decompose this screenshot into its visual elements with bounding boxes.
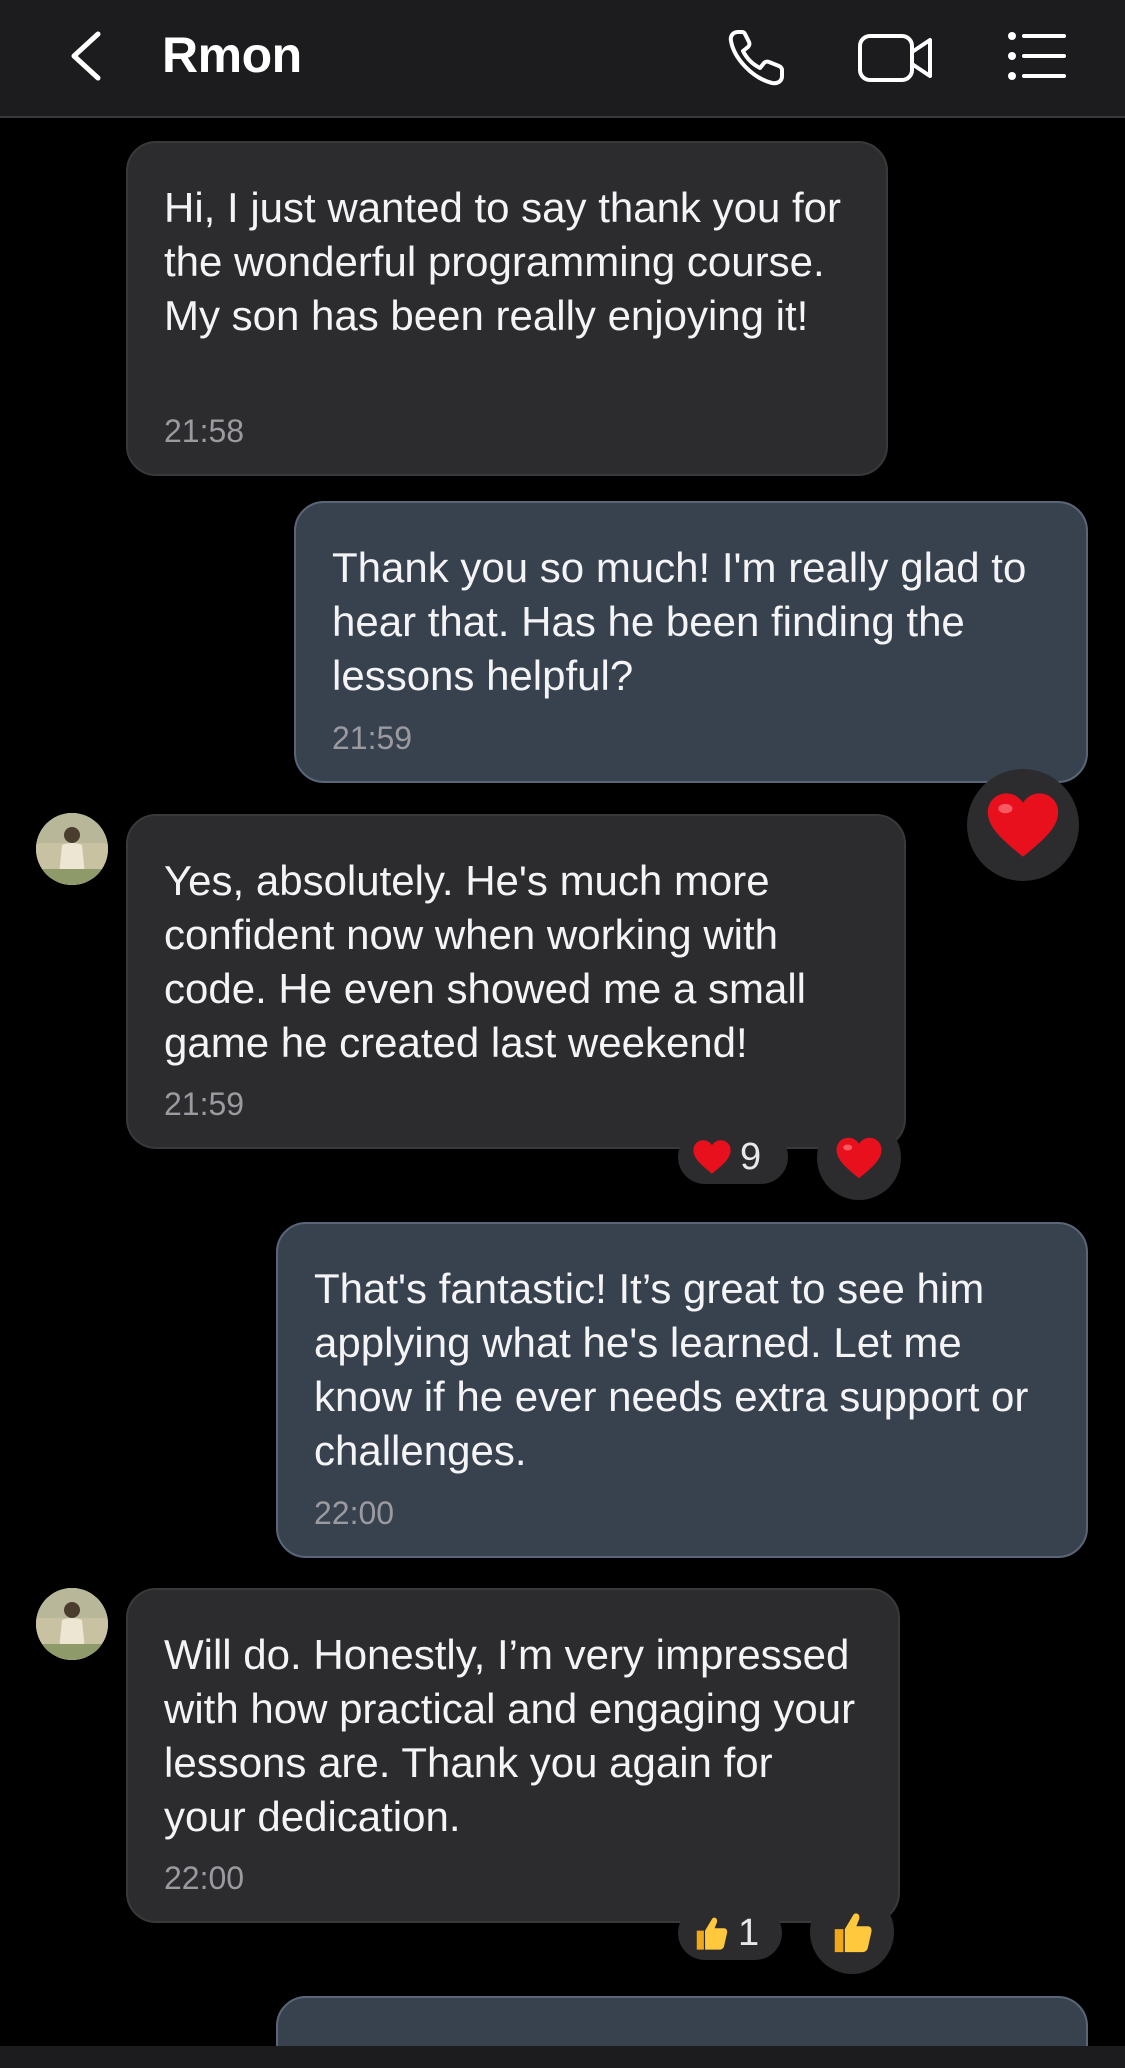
message-text: Thank you so much! I'm really glad to he… — [332, 544, 1027, 699]
outgoing-message[interactable]: That's fantastic! It’s great to see him … — [276, 1222, 1088, 1558]
message-time: 22:00 — [314, 1495, 395, 1531]
avatar[interactable] — [36, 813, 108, 885]
bottom-bar — [0, 2046, 1125, 2068]
outgoing-message[interactable]: Thank you so much! I'm really glad to he… — [294, 501, 1088, 783]
chevron-left-icon — [71, 31, 101, 81]
reaction-count: 1 — [738, 1911, 760, 1954]
back-button[interactable] — [58, 20, 118, 90]
incoming-message[interactable]: Yes, absolutely. He's much more confiden… — [126, 814, 906, 1149]
voice-call-button[interactable] — [722, 22, 802, 92]
message-text: That's fantastic! It’s great to see him … — [314, 1265, 1029, 1474]
chat-menu-button[interactable] — [1000, 22, 1080, 92]
contact-photo — [36, 1588, 108, 1660]
chat-header: Rmon — [0, 0, 1125, 118]
video-call-button[interactable] — [856, 22, 936, 92]
message-text: Will do. Honestly, I’m very impressed wi… — [164, 1631, 856, 1840]
reaction-count: 9 — [740, 1135, 762, 1178]
thumbs-up-reaction-count[interactable]: 1 — [678, 1906, 782, 1960]
message-time: 21:59 — [332, 720, 413, 756]
incoming-message[interactable]: Hi, I just wanted to say thank you for t… — [126, 141, 888, 476]
phone-icon — [728, 30, 784, 86]
heart-reaction-count[interactable]: 9 — [678, 1130, 788, 1184]
heart-icon — [693, 1140, 731, 1174]
message-text: Yes, absolutely. He's much more confiden… — [164, 857, 806, 1066]
list-menu-icon — [1008, 32, 1066, 80]
incoming-message[interactable]: Will do. Honestly, I’m very impressed wi… — [126, 1588, 900, 1923]
message-time: 21:58 — [164, 413, 245, 449]
heart-reaction-button[interactable] — [817, 1116, 901, 1200]
contact-photo — [36, 813, 108, 885]
thumbs-up-icon — [834, 1913, 872, 1953]
message-time: 21:59 — [164, 1086, 245, 1122]
video-camera-icon — [858, 34, 932, 82]
thumbs-up-icon — [696, 1917, 728, 1950]
heart-reaction-button[interactable] — [967, 769, 1079, 881]
message-time: 22:00 — [164, 1860, 245, 1896]
thumbs-up-reaction-button[interactable] — [810, 1890, 894, 1974]
heart-icon — [987, 793, 1059, 857]
message-text: Hi, I just wanted to say thank you for t… — [164, 184, 842, 339]
chat-title[interactable]: Rmon — [162, 26, 302, 84]
avatar[interactable] — [36, 1588, 108, 1660]
heart-icon — [836, 1137, 882, 1179]
